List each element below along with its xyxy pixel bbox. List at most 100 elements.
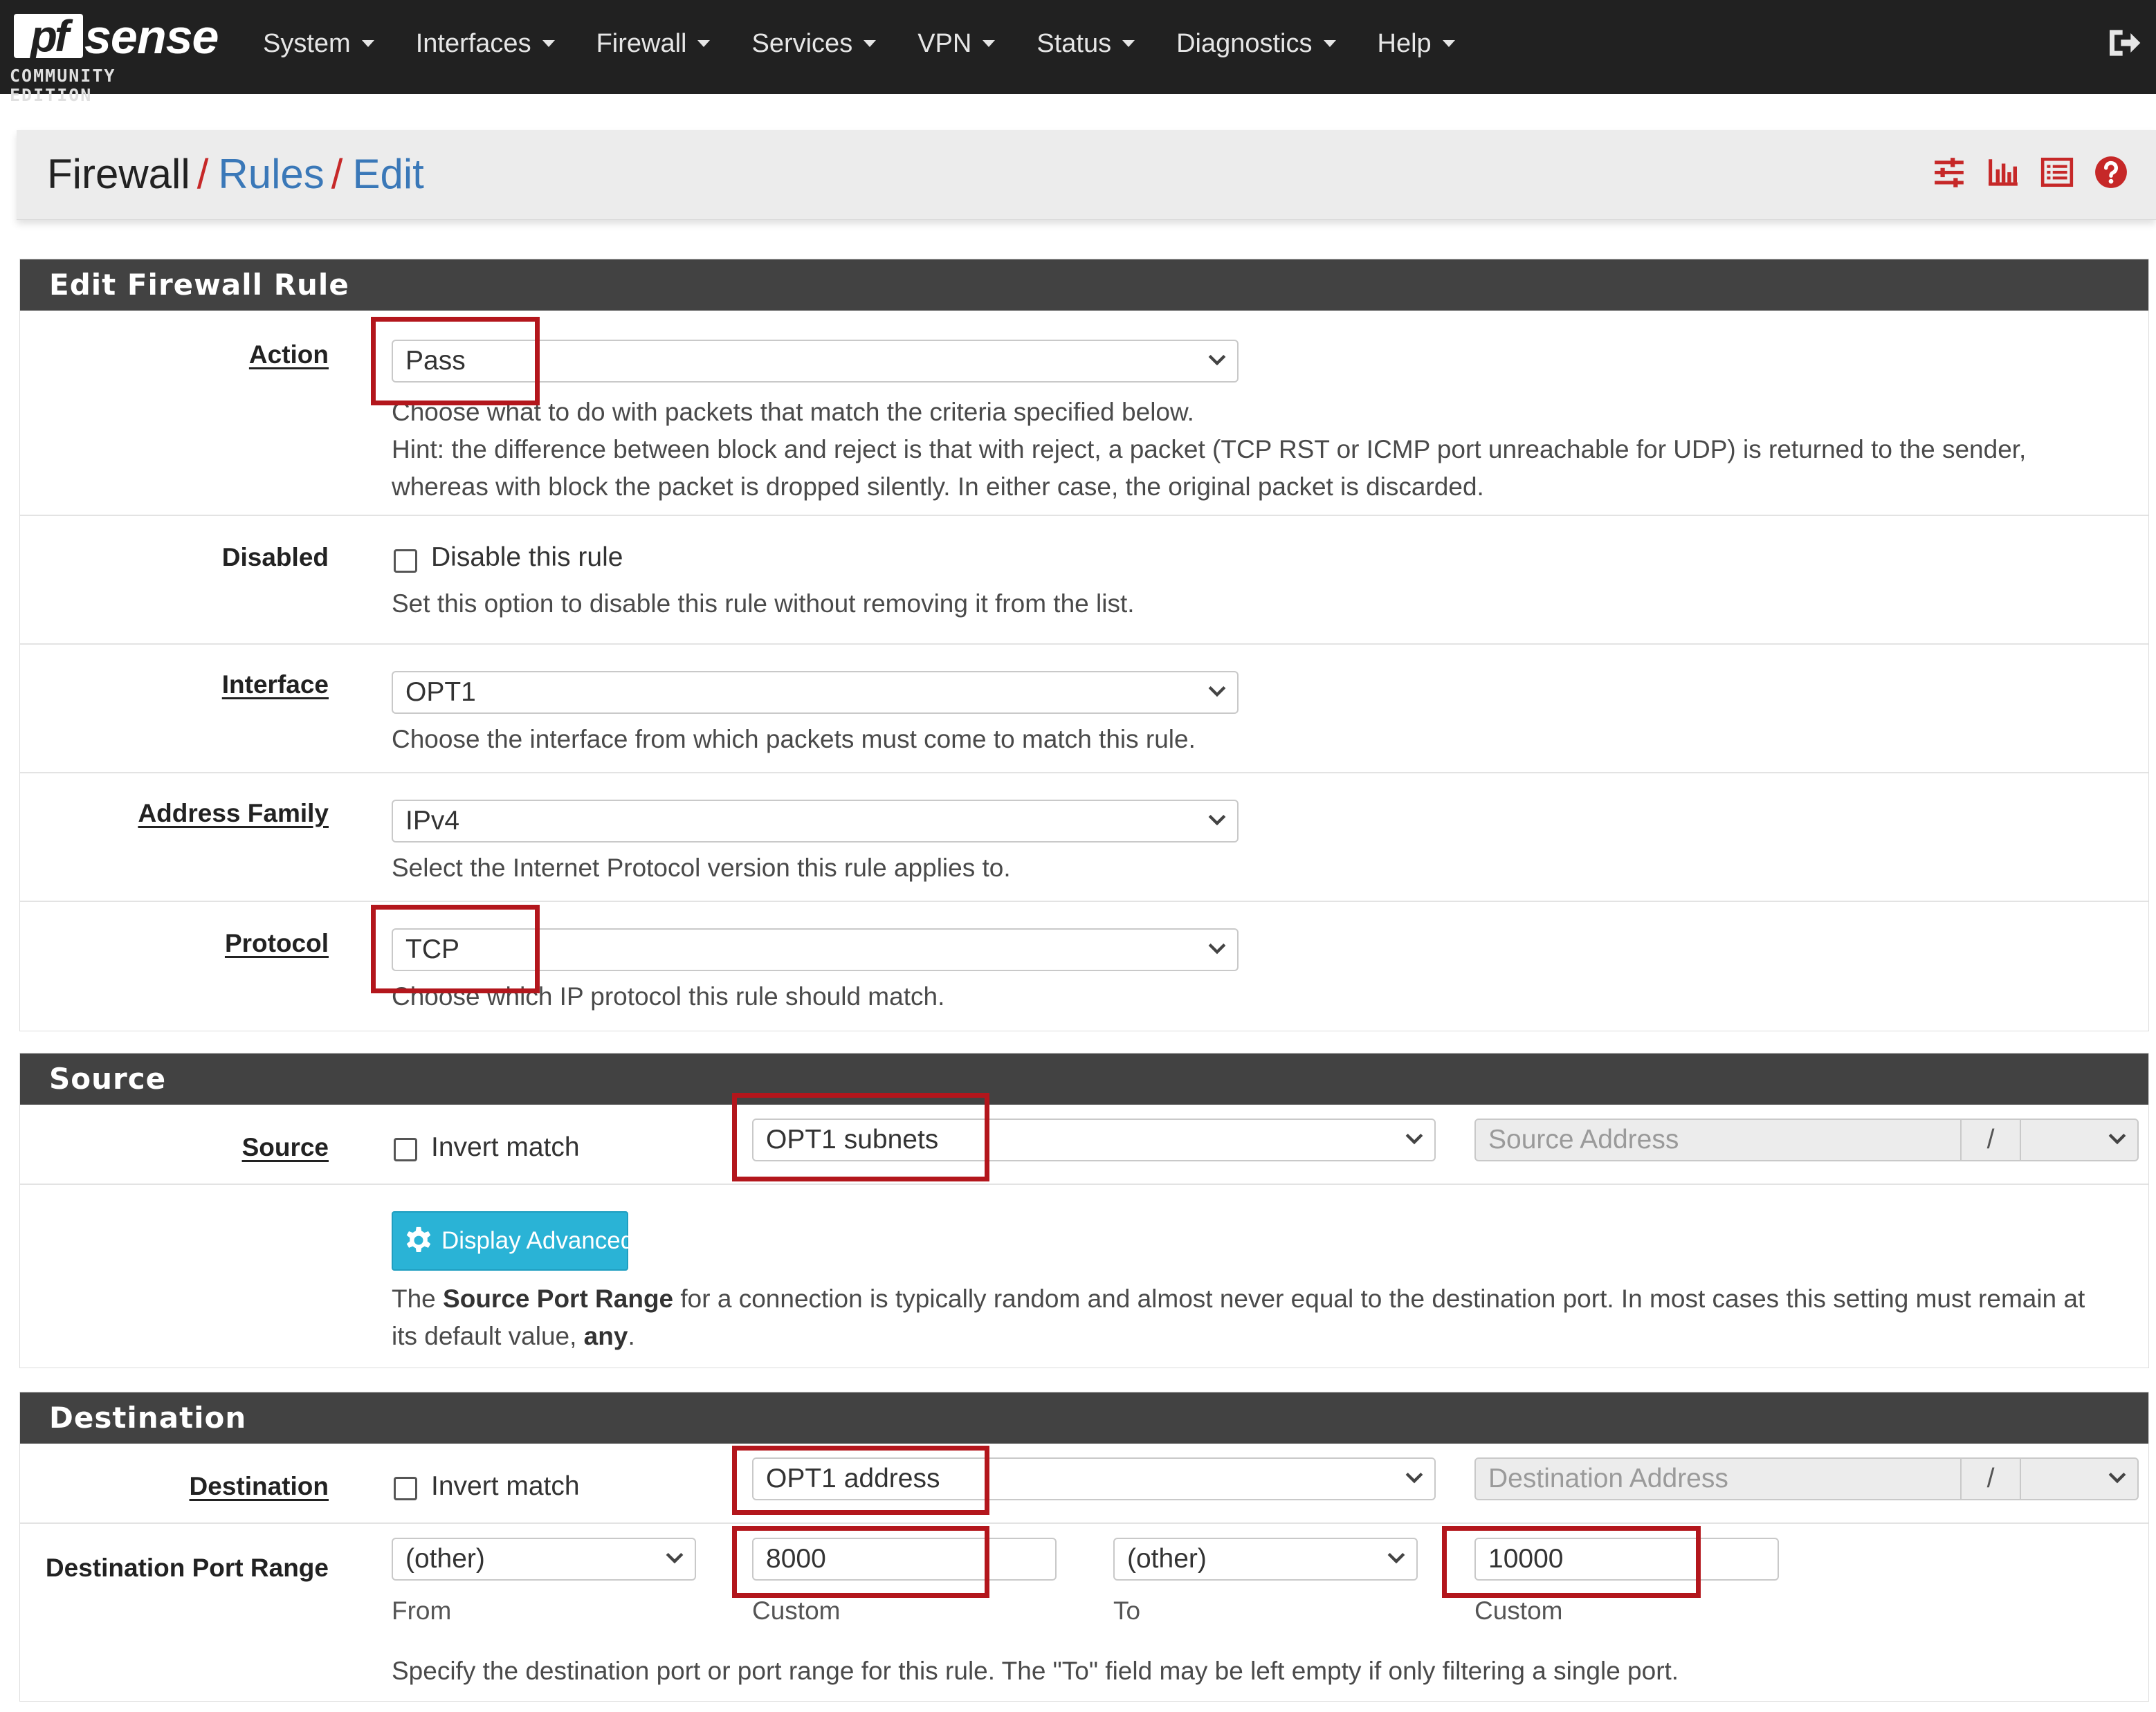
- dest-port-from-select[interactable]: (other): [392, 1538, 696, 1581]
- dest-port-to-select[interactable]: (other): [1113, 1538, 1418, 1581]
- source-type-select[interactable]: OPT1 subnets: [752, 1119, 1436, 1161]
- chevron-down-icon: [1405, 1133, 1423, 1145]
- breadcrumb-edit-link[interactable]: Edit: [352, 151, 423, 197]
- caret-down-icon: [542, 40, 555, 47]
- source-port-help-2: its default value, any.: [392, 1322, 635, 1350]
- top-navbar: pf sense COMMUNITY EDITION System Interf…: [0, 0, 2156, 105]
- chevron-down-icon: [1208, 814, 1226, 826]
- help-circle-icon[interactable]: [2094, 155, 2128, 190]
- disabled-help: Set this option to disable this rule wit…: [392, 589, 1135, 618]
- chevron-down-icon: [2108, 1133, 2126, 1145]
- destination-row: Destination Invert match OPT1 address De…: [20, 1444, 2148, 1524]
- source-invert-label[interactable]: Invert match: [431, 1132, 580, 1163]
- breadcrumb-sep: /: [197, 151, 209, 197]
- interface-row: Interface OPT1 Choose the interface from…: [20, 645, 2148, 773]
- source-row: Source Invert match OPT1 subnets Source …: [20, 1105, 2148, 1185]
- source-panel-title: Source: [20, 1053, 2148, 1105]
- dest-port-to-custom-caption: Custom: [1474, 1596, 1563, 1625]
- interface-label[interactable]: Interface: [222, 670, 329, 700]
- caret-down-icon: [361, 40, 374, 47]
- nav-help[interactable]: Help: [1357, 0, 1476, 87]
- chevron-down-icon: [1208, 354, 1226, 366]
- source-panel: Source Source Invert match OPT1 subnets …: [19, 1053, 2149, 1368]
- address-family-row: Address Family IPv4 Select the Internet …: [20, 773, 2148, 902]
- caret-down-icon: [1323, 40, 1336, 47]
- logout-icon[interactable]: [2105, 24, 2144, 62]
- nav-interfaces[interactable]: Interfaces: [395, 0, 576, 87]
- pfsense-logo[interactable]: pf sense COMMUNITY EDITION: [8, 8, 219, 105]
- disable-rule-checkbox-label[interactable]: Disable this rule: [431, 542, 623, 573]
- logo-edition: COMMUNITY EDITION: [10, 66, 116, 105]
- caret-down-icon: [1122, 40, 1135, 47]
- nav-diagnostics[interactable]: Diagnostics: [1155, 0, 1356, 87]
- list-icon[interactable]: [2040, 155, 2074, 190]
- source-invert-checkbox[interactable]: [394, 1138, 417, 1161]
- bar-chart-icon[interactable]: [1986, 155, 2020, 190]
- destination-panel-title: Destination: [20, 1392, 2148, 1444]
- dest-port-from-custom-caption: Custom: [752, 1596, 841, 1625]
- caret-down-icon: [697, 40, 711, 47]
- chevron-down-icon: [1208, 685, 1226, 697]
- destination-type-select[interactable]: OPT1 address: [752, 1457, 1436, 1500]
- address-family-select[interactable]: IPv4: [392, 800, 1239, 843]
- destination-mask-separator: /: [1960, 1457, 2021, 1500]
- destination-port-range-row: Destination Port Range (other) From 8000…: [20, 1524, 2148, 1701]
- chevron-down-icon: [666, 1552, 684, 1564]
- interface-help: Choose the interface from which packets …: [392, 725, 1196, 753]
- destination-mask-select[interactable]: [2020, 1457, 2139, 1500]
- protocol-help: Choose which IP protocol this rule shoul…: [392, 982, 945, 1011]
- nav-status[interactable]: Status: [1016, 0, 1155, 87]
- caret-down-icon: [864, 40, 877, 47]
- display-advanced-button[interactable]: Display Advanced: [392, 1211, 634, 1271]
- dest-port-to-caption: To: [1113, 1596, 1141, 1625]
- page-toolbar: [1932, 155, 2128, 190]
- chevron-down-icon: [1405, 1472, 1423, 1484]
- dest-port-from-custom-input[interactable]: 8000: [752, 1538, 1057, 1581]
- nav-services[interactable]: Services: [731, 0, 897, 87]
- dest-port-to-custom-input[interactable]: 10000: [1474, 1538, 1779, 1581]
- action-help-2: Hint: the difference between block and r…: [392, 435, 2027, 463]
- destination-invert-checkbox[interactable]: [394, 1477, 417, 1500]
- caret-down-icon: [1442, 40, 1455, 47]
- dest-port-from-caption: From: [392, 1596, 452, 1625]
- nav-firewall[interactable]: Firewall: [576, 0, 731, 87]
- action-help-1: Choose what to do with packets that matc…: [392, 398, 1194, 426]
- protocol-select[interactable]: TCP: [392, 928, 1239, 971]
- action-label[interactable]: Action: [249, 340, 329, 370]
- main-menu: System Interfaces Firewall Services VPN …: [242, 0, 1476, 94]
- source-address-input[interactable]: Source Address: [1474, 1119, 1962, 1161]
- protocol-label[interactable]: Protocol: [225, 928, 329, 959]
- action-select[interactable]: Pass: [392, 340, 1239, 383]
- breadcrumb-bar: Firewall / Rules / Edit: [17, 130, 2156, 220]
- breadcrumb-firewall: Firewall: [47, 151, 190, 197]
- logo-pf: pf: [14, 14, 83, 58]
- breadcrumb-rules-link[interactable]: Rules: [218, 151, 324, 197]
- disabled-row: Disabled Disable this rule Set this opti…: [20, 516, 2148, 645]
- panel-title: Edit Firewall Rule: [20, 259, 2148, 311]
- destination-invert-label[interactable]: Invert match: [431, 1471, 580, 1502]
- source-mask-select[interactable]: [2020, 1119, 2139, 1161]
- nav-vpn[interactable]: VPN: [897, 0, 1016, 87]
- address-family-label[interactable]: Address Family: [138, 798, 329, 829]
- interface-select[interactable]: OPT1: [392, 671, 1239, 714]
- destination-panel: Destination Destination Invert match OPT…: [19, 1392, 2149, 1702]
- disable-rule-checkbox[interactable]: [394, 549, 417, 573]
- edit-rule-panel: Edit Firewall Rule Action Pass Choose wh…: [19, 259, 2149, 1031]
- chevron-down-icon: [1387, 1552, 1405, 1564]
- logo-sense: sense: [84, 10, 219, 64]
- destination-address-input[interactable]: Destination Address: [1474, 1457, 1962, 1500]
- chevron-down-icon: [2108, 1472, 2126, 1484]
- source-label[interactable]: Source: [242, 1132, 329, 1163]
- caret-down-icon: [983, 40, 996, 47]
- sliders-icon[interactable]: [1932, 155, 1966, 190]
- disabled-label: Disabled: [221, 543, 329, 571]
- breadcrumb: Firewall / Rules / Edit: [47, 147, 424, 202]
- action-row: Action Pass Choose what to do with packe…: [20, 311, 2148, 516]
- destination-port-range-label: Destination Port Range: [45, 1554, 329, 1582]
- protocol-row: Protocol TCP Choose which IP protocol th…: [20, 902, 2148, 1031]
- source-mask-separator: /: [1960, 1119, 2021, 1161]
- source-port-help-1: The Source Port Range for a connection i…: [392, 1285, 2085, 1313]
- nav-system[interactable]: System: [242, 0, 395, 87]
- chevron-down-icon: [1208, 943, 1226, 955]
- destination-label[interactable]: Destination: [190, 1471, 329, 1502]
